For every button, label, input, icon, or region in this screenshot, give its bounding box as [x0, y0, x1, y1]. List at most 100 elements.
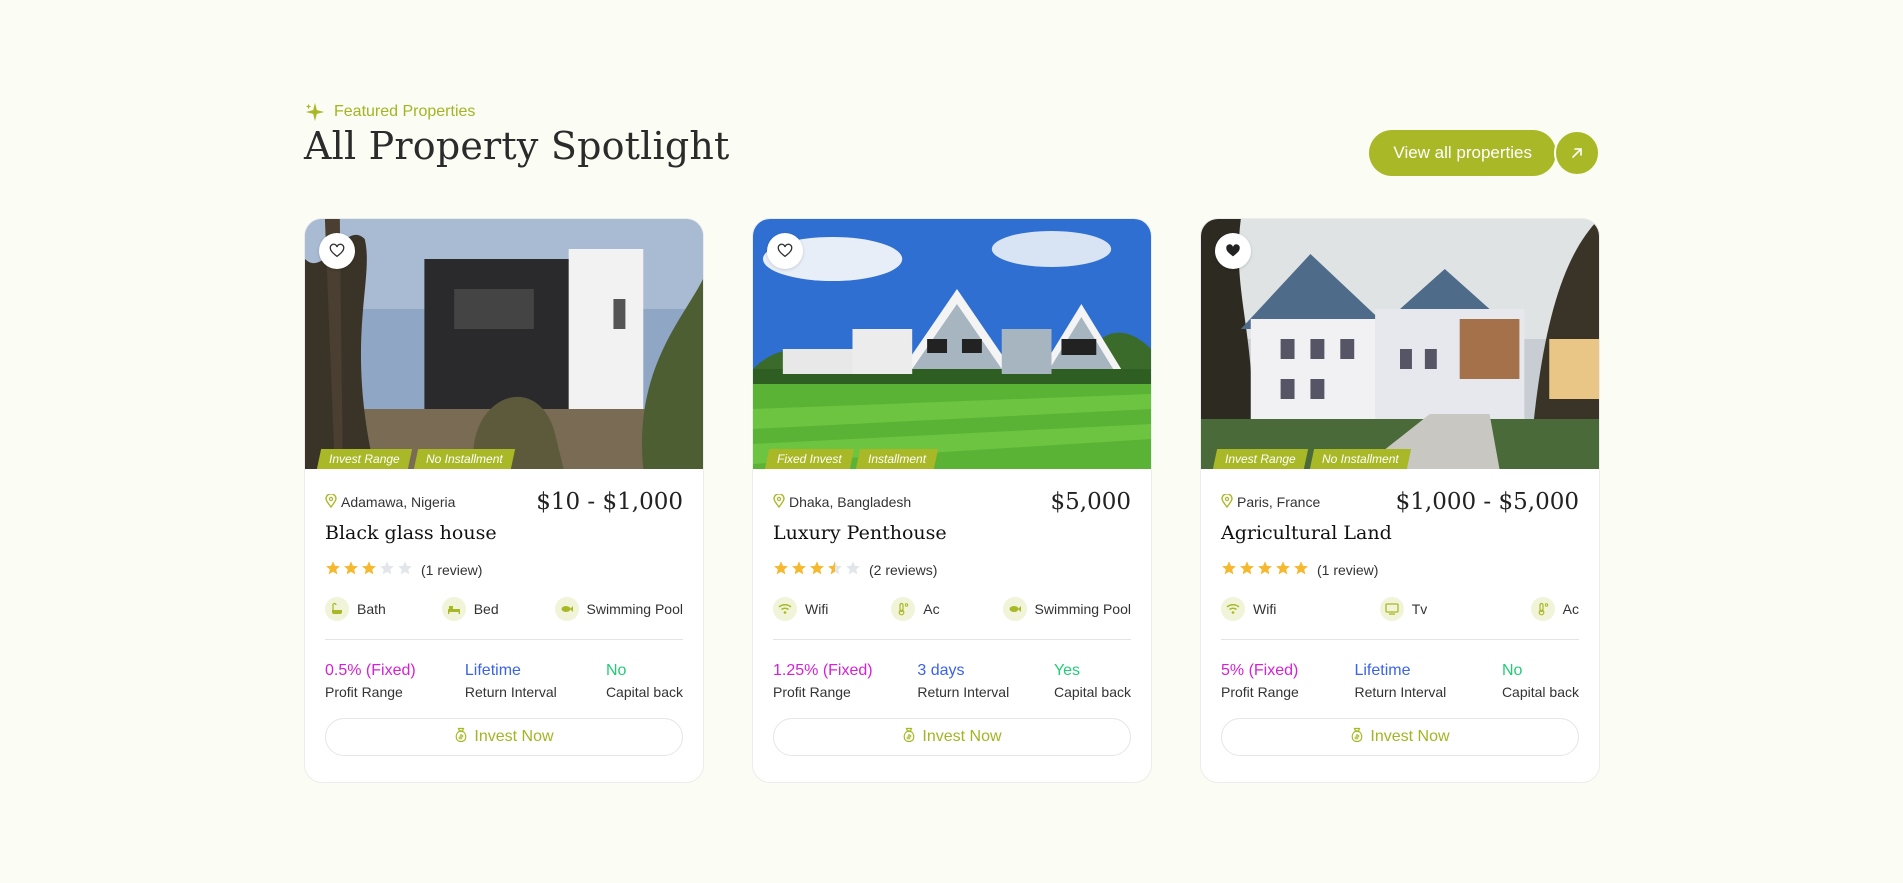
star-rating: [773, 560, 861, 579]
location-label: Adamawa, Nigeria: [341, 494, 456, 510]
property-rating: (1 review): [1221, 560, 1579, 579]
amenity: Ac: [1530, 597, 1579, 621]
thermometer-icon: [891, 597, 916, 621]
return-interval-value: Lifetime: [1354, 662, 1411, 679]
location-label: Dhaka, Bangladesh: [789, 494, 912, 510]
return-interval-label: Return Interval: [917, 684, 1010, 700]
money-bag-icon: [1350, 727, 1364, 748]
star-icon: [1257, 560, 1273, 579]
invest-now-label: Invest Now: [922, 728, 1002, 745]
heart-icon[interactable]: [767, 233, 803, 269]
star-icon: [773, 560, 789, 579]
invest-now-button[interactable]: Invest Now: [1221, 718, 1579, 756]
profit-range-label: Profit Range: [1221, 684, 1299, 700]
property-name[interactable]: Luxury Penthouse: [773, 522, 1131, 544]
tv-icon: [1379, 597, 1404, 621]
capital-back-value: No: [1501, 662, 1523, 679]
wifi-icon: [1221, 597, 1245, 621]
star-icon: [1221, 560, 1237, 579]
profit-range-stat: 1.25% (Fixed) Profit Range: [773, 662, 873, 700]
property-card[interactable]: Fixed Invest Installment Dhaka, Bangladesh…: [752, 218, 1152, 783]
page-title: All Property Spotlight: [304, 124, 730, 168]
property-card-list: Invest Range No Installment Adamawa, Niger…: [304, 218, 1600, 783]
investment-stats: 0.5% (Fixed) Profit Range Lifetime Return I…: [325, 662, 683, 700]
property-card[interactable]: Invest Range No Installment Paris, France $…: [1200, 218, 1600, 783]
amenity-label: Ac: [923, 601, 940, 617]
property-photo[interactable]: Fixed Invest Installment: [753, 219, 1151, 469]
property-card[interactable]: Invest Range No Installment Adamawa, Niger…: [304, 218, 704, 783]
property-tag-label: No Installment: [425, 452, 503, 466]
review-count: (2 reviews): [869, 561, 938, 578]
property-tag: No Installment: [413, 449, 515, 469]
property-tag-label: Invest Range: [1225, 452, 1296, 466]
view-all-label[interactable]: View all properties: [1369, 130, 1556, 176]
property-price: $1,000 - $5,000: [1395, 489, 1579, 515]
profit-range-value: 0.5% (Fixed): [325, 662, 416, 679]
invest-now-button[interactable]: Invest Now: [773, 718, 1131, 756]
amenity: Wifi: [773, 597, 828, 621]
star-icon: [379, 560, 395, 579]
review-count: (1 review): [1317, 561, 1379, 578]
invest-now-button[interactable]: Invest Now: [325, 718, 683, 756]
money-bag-icon: [454, 727, 468, 748]
arrow-up-right-icon[interactable]: [1554, 130, 1600, 176]
profit-range-stat: 0.5% (Fixed) Profit Range: [325, 662, 416, 700]
heart-filled-icon[interactable]: [1215, 233, 1251, 269]
invest-now-label: Invest Now: [474, 728, 554, 745]
amenity-label: Swimming Pool: [1034, 601, 1131, 617]
capital-back-stat: No Capital back: [1502, 662, 1579, 700]
amenity-label: Wifi: [805, 601, 829, 617]
amenity-label: Tv: [1411, 601, 1428, 617]
property-tags: Fixed Invest Installment: [764, 449, 938, 469]
star-icon: [1293, 560, 1309, 579]
amenity: Swimming Pool: [554, 597, 683, 621]
property-price: $10 - $1,000: [536, 489, 683, 515]
money-bag-icon: [902, 727, 916, 748]
capital-back-value: No: [605, 662, 627, 679]
capital-back-label: Capital back: [605, 684, 683, 700]
amenity-list: Bath Bed Swimming Pool: [325, 597, 683, 640]
bath-icon: [325, 597, 349, 621]
property-price: $5,000: [1050, 489, 1131, 515]
view-all-button[interactable]: View all properties: [1369, 130, 1600, 176]
map-pin-icon: [773, 492, 785, 511]
property-rating: (1 review): [325, 560, 683, 579]
amenity: Swimming Pool: [1002, 597, 1131, 621]
star-icon: [325, 560, 341, 579]
amenity: Wifi: [1221, 597, 1276, 621]
sparkle-icon: [305, 102, 325, 122]
map-pin-icon: [1221, 492, 1233, 511]
star-icon: [809, 560, 825, 579]
location-label: Paris, France: [1237, 494, 1321, 510]
return-interval-value: 3 days: [917, 662, 965, 679]
capital-back-label: Capital back: [1053, 684, 1131, 700]
property-name[interactable]: Agricultural Land: [1221, 522, 1579, 544]
star-icon: [361, 560, 377, 579]
amenity-label: Bed: [473, 601, 499, 617]
property-tag-label: Fixed Invest: [777, 452, 842, 466]
property-photo[interactable]: Invest Range No Installment: [305, 219, 703, 469]
property-tag-label: Installment: [867, 452, 926, 466]
amenity: Bed: [441, 597, 499, 621]
star-rating: [1221, 560, 1309, 579]
property-name[interactable]: Black glass house: [325, 522, 683, 544]
amenity-list: Wifi Tv Ac: [1221, 597, 1579, 640]
property-rating: (2 reviews): [773, 560, 1131, 579]
investment-stats: 1.25% (Fixed) Profit Range 3 days Return In…: [773, 662, 1131, 700]
return-interval-stat: Lifetime Return Interval: [465, 662, 557, 700]
capital-back-stat: No Capital back: [606, 662, 683, 700]
property-location: Dhaka, Bangladesh: [773, 492, 912, 511]
amenity-label: Swimming Pool: [586, 601, 683, 617]
property-photo[interactable]: Invest Range No Installment: [1201, 219, 1599, 469]
profit-range-label: Profit Range: [773, 684, 851, 700]
bed-icon: [441, 597, 466, 621]
amenity-label: Bath: [357, 601, 386, 617]
profit-range-stat: 5% (Fixed) Profit Range: [1221, 662, 1299, 700]
property-tag: Invest Range: [1212, 449, 1308, 469]
profit-range-value: 1.25% (Fixed): [773, 662, 873, 679]
amenity: Tv: [1379, 597, 1428, 621]
amenity: Ac: [891, 597, 940, 621]
map-pin-icon: [325, 492, 337, 511]
property-tag: Installment: [855, 449, 938, 469]
heart-icon[interactable]: [319, 233, 355, 269]
